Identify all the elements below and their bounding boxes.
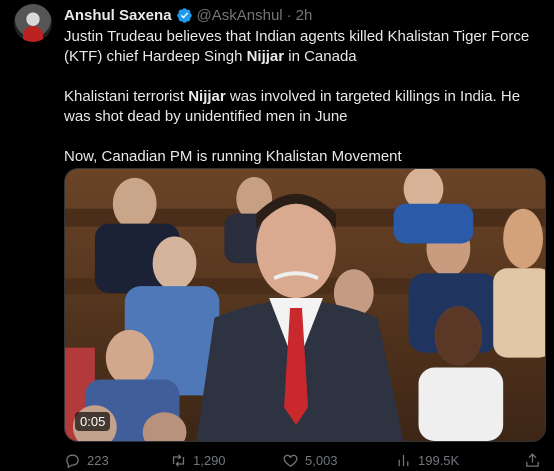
video-timestamp: 0:05 xyxy=(75,412,111,431)
retweet-button[interactable]: 1,290 xyxy=(170,452,226,469)
author-handle[interactable]: @AskAnshul xyxy=(197,7,283,24)
tweet-text: Justin Trudeau believes that Indian agen… xyxy=(64,27,542,167)
video-frame xyxy=(65,169,545,441)
author-name[interactable]: Anshul Saxena xyxy=(64,7,172,24)
tweet-paragraph-2: Khalistani terrorist Nijjar was involved… xyxy=(64,88,521,125)
like-button[interactable]: 5,003 xyxy=(282,452,338,469)
views-button[interactable]: 199.5K xyxy=(395,452,459,469)
like-count: 5,003 xyxy=(305,453,338,468)
tweet[interactable]: Anshul Saxena @AskAnshul · 2h Justin Tru… xyxy=(0,0,554,471)
tweet-time[interactable]: 2h xyxy=(296,7,313,24)
bar-chart-icon xyxy=(398,454,409,467)
tweet-header: Anshul Saxena @AskAnshul · 2h xyxy=(64,5,312,25)
video-player[interactable]: 0:05 xyxy=(64,168,546,442)
views-count: 199.5K xyxy=(418,453,460,468)
reply-count: 223 xyxy=(87,453,109,468)
retweet-count: 1,290 xyxy=(193,453,226,468)
author-avatar[interactable] xyxy=(14,4,52,42)
separator-dot: · xyxy=(286,6,292,24)
bold-name: Nijjar xyxy=(188,88,226,105)
retweet-icon xyxy=(172,454,185,467)
tweet-paragraph-3: Now, Canadian PM is running Khalistan Mo… xyxy=(64,148,402,165)
share-button[interactable] xyxy=(524,452,541,469)
tweet-paragraph-1: Justin Trudeau believes that Indian agen… xyxy=(64,28,530,65)
tweet-actions: 223 1,290 5,003 199.5K xyxy=(64,450,546,470)
heart-icon xyxy=(283,454,298,467)
share-icon xyxy=(526,453,539,467)
bold-name: Nijjar xyxy=(246,48,285,65)
reply-icon xyxy=(66,454,79,469)
verified-badge-icon xyxy=(176,7,192,23)
reply-button[interactable]: 223 xyxy=(64,452,109,469)
